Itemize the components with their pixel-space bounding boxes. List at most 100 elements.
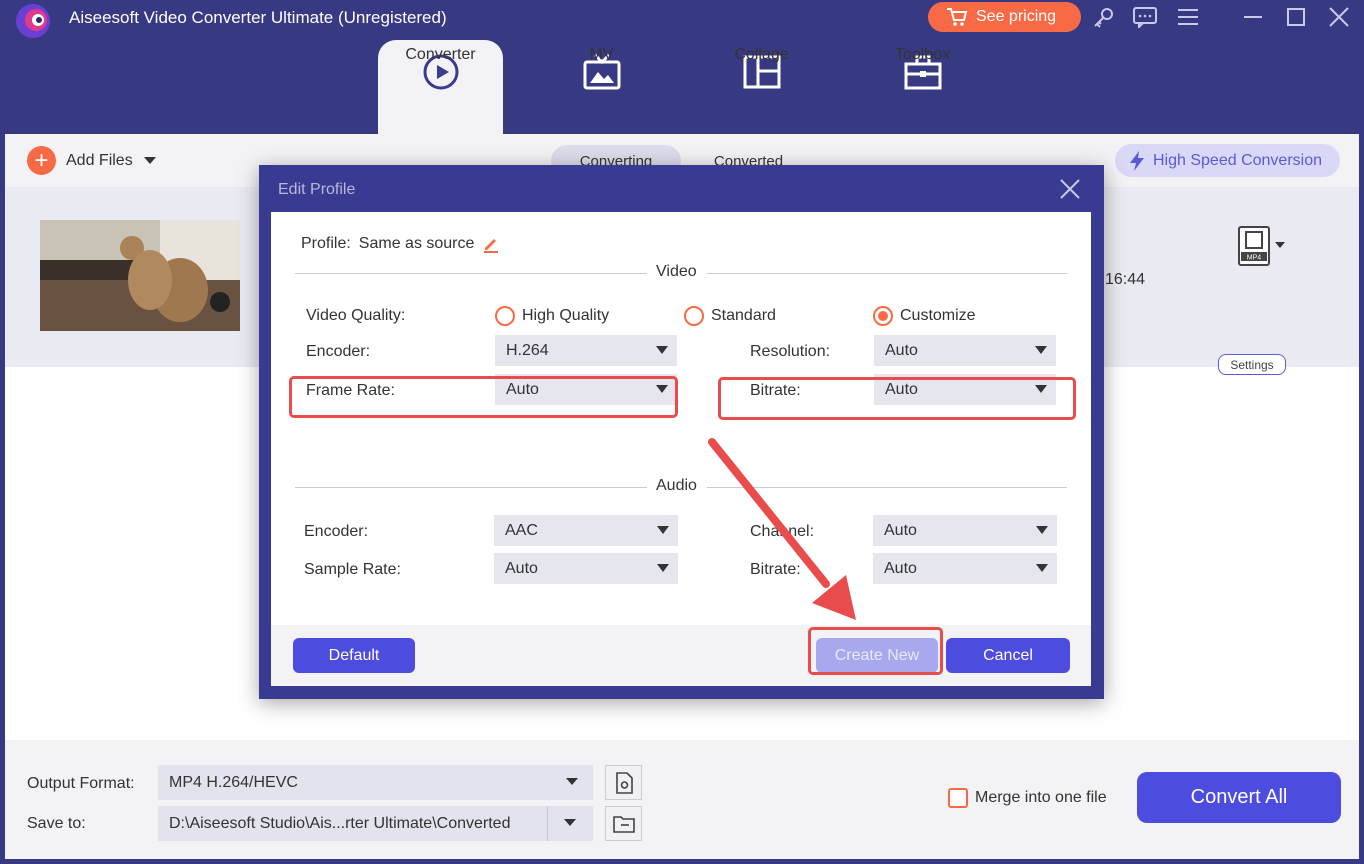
highlight-bitrate [718,377,1076,420]
folder-icon [612,815,635,833]
channel-value: Auto [884,521,917,539]
chevron-down-icon [657,564,669,572]
radio-selected-icon[interactable] [873,306,893,326]
high-speed-conversion-button[interactable]: High Speed Conversion [1115,144,1340,177]
channel-label: Channel: [750,523,815,540]
tab-mv[interactable]: MV [539,40,664,134]
cart-icon [947,8,968,26]
bottom-bar: Output Format: MP4 H.264/HEVC Save to: D… [5,740,1359,859]
audio-section-divider: Audio [295,477,1067,497]
chevron-down-icon [656,346,668,354]
see-pricing-button[interactable]: See pricing [928,2,1081,32]
chevron-down-icon [566,778,578,785]
divider-line [707,273,1067,274]
video-thumbnail[interactable] [40,220,240,331]
menu-icon[interactable] [1176,6,1200,28]
merge-checkbox[interactable]: Merge into one file [948,788,1107,808]
save-to-label: Save to: [27,815,86,832]
tab-collage[interactable]: Collage [699,40,824,134]
audio-encoder-value: AAC [505,521,538,539]
output-format-value: MP4 H.264/HEVC [169,773,298,791]
chat-icon[interactable] [1133,6,1157,28]
cancel-button[interactable]: Cancel [946,638,1070,673]
highlight-frame-rate [289,376,678,418]
radio-icon[interactable] [684,306,704,326]
save-to-select[interactable]: D:\Aiseesoft Studio\Ais...rter Ultimate\… [158,806,593,841]
output-format-select[interactable]: MP4 H.264/HEVC [158,765,593,800]
chevron-down-icon [1036,564,1048,572]
edit-pencil-icon[interactable] [482,235,500,253]
settings-button[interactable]: Settings [1218,354,1286,375]
key-icon[interactable] [1092,6,1116,28]
tab-toolbox-label: Toolbox [894,46,951,63]
profile-label: Profile: [301,235,351,252]
add-files-label: Add Files [66,151,133,169]
radio-customize[interactable]: Customize [873,306,976,326]
output-format-label: Output Format: [27,775,135,792]
app-logo-icon [16,4,50,38]
audio-bitrate-value: Auto [884,559,917,577]
radio-icon[interactable] [495,306,515,326]
resolution-select[interactable]: Auto [874,335,1056,366]
checkbox-icon[interactable] [948,788,968,808]
chevron-down-icon [564,819,576,826]
minimize-icon[interactable] [1241,6,1265,28]
plus-icon: + [27,146,56,175]
tab-mv-label: MV [589,46,614,63]
radio-high-quality[interactable]: High Quality [495,306,609,326]
video-encoder-value: H.264 [506,341,549,359]
mp4-badge-text: MP4 [1247,255,1262,262]
radio-standard-label: Standard [711,307,776,324]
edit-profile-dialog: Edit Profile Profile: Same as source Vid… [259,165,1104,699]
video-encoder-select[interactable]: H.264 [495,335,677,366]
audio-encoder-select[interactable]: AAC [494,515,678,546]
see-pricing-label: See pricing [976,8,1057,25]
lightning-icon [1130,150,1144,171]
resolution-value: Auto [885,341,918,359]
merge-label: Merge into one file [975,789,1107,806]
format-dropdown-icon[interactable] [1274,240,1286,250]
duration-text: 16:44 [1105,271,1146,288]
default-button[interactable]: Default [293,638,415,673]
dialog-footer: Default Create New Cancel [271,625,1091,686]
radio-customize-label: Customize [900,307,976,324]
audio-bitrate-label: Bitrate: [750,561,801,578]
tab-collage-label: Collage [734,46,789,63]
close-icon[interactable] [1327,6,1351,28]
channel-select[interactable]: Auto [873,515,1057,546]
radio-standard[interactable]: Standard [684,306,776,326]
audio-bitrate-select[interactable]: Auto [873,553,1057,584]
video-quality-label: Video Quality: [306,307,406,324]
select-divider [547,806,548,841]
close-icon[interactable] [1058,177,1082,201]
output-settings-button[interactable] [605,765,642,800]
sample-rate-select[interactable]: Auto [494,553,678,584]
high-speed-label: High Speed Conversion [1153,151,1322,169]
divider-line [295,487,647,488]
open-folder-button[interactable] [605,806,642,841]
video-encoder-label: Encoder: [306,343,371,360]
audio-section-title: Audio [650,477,703,495]
resolution-label: Resolution: [750,343,831,360]
save-to-value: D:\Aiseesoft Studio\Ais...rter Ultimate\… [169,814,511,832]
audio-encoder-label: Encoder: [304,523,369,540]
chevron-down-icon [657,526,669,534]
highlight-create-new [808,627,943,675]
chevron-down-icon [1036,526,1048,534]
mp4-format-icon[interactable]: MP4 [1238,226,1270,266]
chevron-down-icon[interactable] [143,156,157,166]
convert-all-button[interactable]: Convert All [1137,772,1341,823]
dialog-body: Profile: Same as source Video Video Qual… [271,212,1091,686]
maximize-icon[interactable] [1284,6,1308,28]
tab-converter[interactable]: Converter [378,40,503,134]
sample-rate-label: Sample Rate: [304,561,401,578]
tab-toolbox[interactable]: Toolbox [860,40,985,134]
sample-rate-value: Auto [505,559,538,577]
divider-line [295,273,647,274]
chevron-down-icon [1035,346,1047,354]
add-files-button[interactable]: + Add Files [27,146,157,175]
profile-value: Same as source [358,235,475,252]
radio-high-quality-label: High Quality [522,307,610,324]
app-title: Aiseesoft Video Converter Ultimate (Unre… [69,8,447,27]
tab-converter-label: Converter [405,46,476,63]
